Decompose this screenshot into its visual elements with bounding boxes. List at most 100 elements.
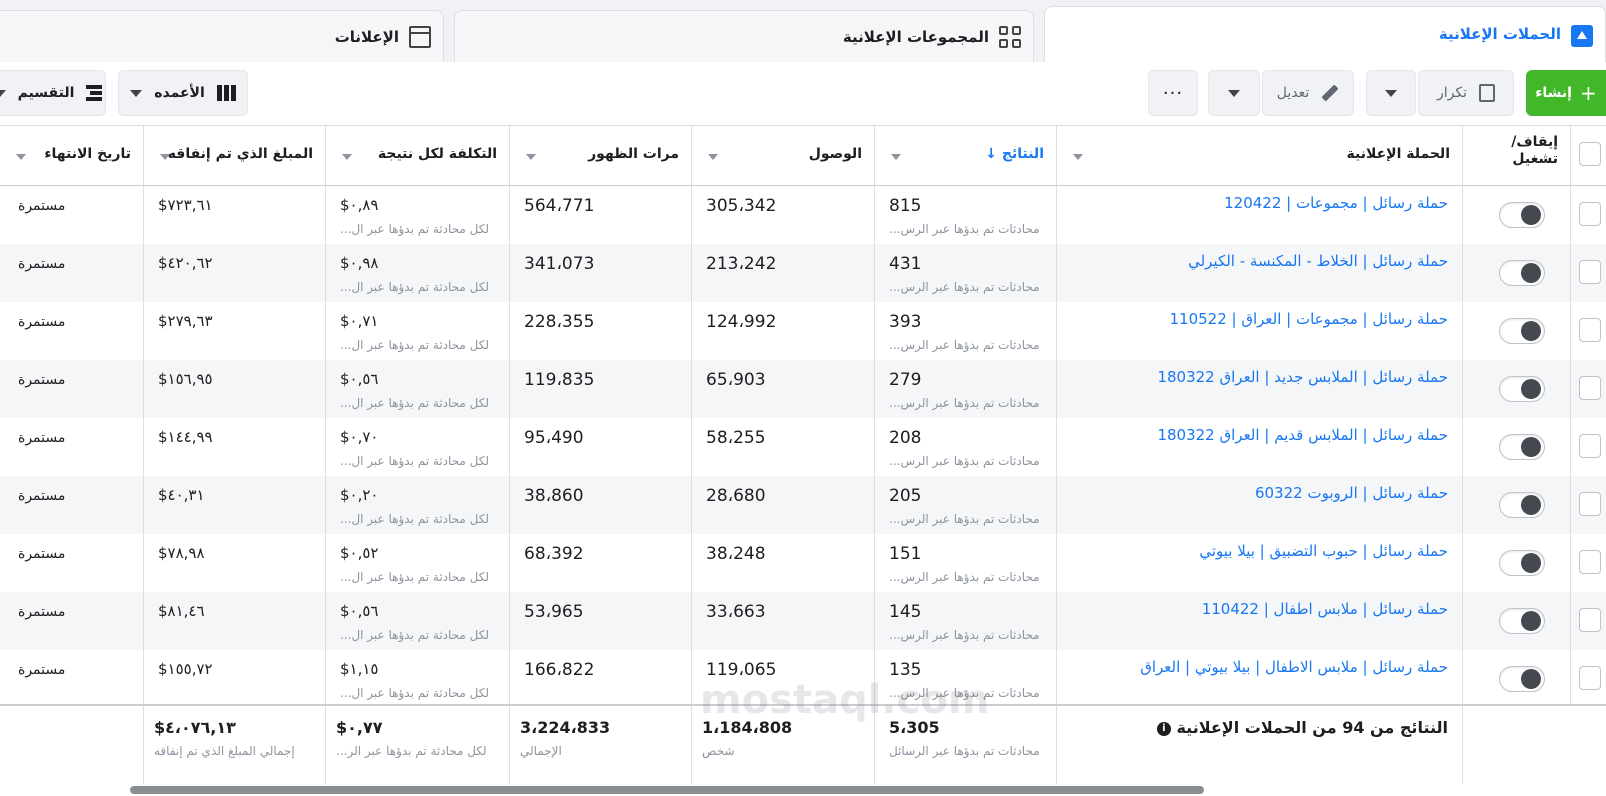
campaign-cell: حملة رسائل | مجموعات | 120422 bbox=[1057, 186, 1463, 244]
edit-button[interactable]: تعديل bbox=[1262, 70, 1354, 116]
campaign-name-link[interactable]: حملة رسائل | حبوب التضبيق | بيلا بيوتي bbox=[1199, 542, 1448, 560]
horizontal-scrollbar[interactable] bbox=[0, 784, 1606, 796]
scrollbar-thumb[interactable] bbox=[130, 786, 1204, 794]
campaign-name-link[interactable]: حملة رسائل | الملابس جديد | العراق 18032… bbox=[1157, 368, 1448, 386]
campaign-name-link[interactable]: حملة رسائل | الروبوت 60322 bbox=[1255, 484, 1448, 502]
campaign-toggle[interactable] bbox=[1499, 550, 1545, 576]
results-value: 145 bbox=[889, 602, 922, 622]
campaign-cell: حملة رسائل | ملابس الاطفال | بيلا بيوتي … bbox=[1057, 650, 1463, 708]
cost-per-result-cell: $٠,٨٩ لكل محادثة تم بدؤها عبر ال... bbox=[326, 186, 510, 244]
cost-per-result-value: $٠,٨٩ bbox=[340, 196, 379, 214]
columns-button[interactable]: الأعمده bbox=[118, 70, 248, 116]
campaign-name-link[interactable]: حملة رسائل | ملابس اطفال | 110422 bbox=[1202, 600, 1448, 618]
campaign-name-link[interactable]: حملة رسائل | الملابس قديم | العراق 18032… bbox=[1157, 426, 1448, 444]
toggle-cell bbox=[1463, 476, 1571, 534]
row-checkbox[interactable] bbox=[1579, 202, 1601, 226]
table-row[interactable]: مستمرة $٤٢٠,٦٢ $٠,٩٨ لكل محادثة تم بدؤها عب… bbox=[0, 244, 1606, 302]
results-cell: 145 محادثات تم بدؤها عبر الرس... bbox=[875, 592, 1057, 650]
campaign-toggle[interactable] bbox=[1499, 608, 1545, 634]
campaign-name-link[interactable]: حملة رسائل | مجموعات | العراق | 110522 bbox=[1169, 310, 1448, 328]
row-checkbox[interactable] bbox=[1579, 318, 1601, 342]
table-row[interactable]: مستمرة $٧٢٣,٦١ $٠,٨٩ لكل محادثة تم بدؤها عب… bbox=[0, 186, 1606, 244]
cost-per-result-sub: لكل محادثة تم بدؤها عبر ال... bbox=[340, 512, 490, 526]
chevron-down-icon bbox=[526, 154, 536, 160]
row-checkbox[interactable] bbox=[1579, 260, 1601, 284]
end-date-value: مستمرة bbox=[18, 488, 66, 504]
campaign-name-link[interactable]: حملة رسائل | ملابس الاطفال | بيلا بيوتي … bbox=[1140, 658, 1448, 676]
row-checkbox[interactable] bbox=[1579, 434, 1601, 458]
select-cell bbox=[1571, 418, 1606, 476]
totals-label: النتائج من 94 من الحملات الإعلانية bbox=[1176, 718, 1448, 737]
impressions-cell: 38،860 bbox=[510, 476, 692, 534]
row-checkbox[interactable] bbox=[1579, 666, 1601, 690]
chevron-down-icon bbox=[130, 89, 143, 97]
campaign-toggle[interactable] bbox=[1499, 260, 1545, 286]
campaign-toggle[interactable] bbox=[1499, 434, 1545, 460]
more-options-button[interactable]: ··· bbox=[1148, 70, 1198, 116]
table-row[interactable]: مستمرة $٨١,٤٦ $٠,٥٦ لكل محادثة تم بدؤها عبر… bbox=[0, 592, 1606, 650]
column-header-campaign[interactable]: الحملة الإعلانية bbox=[1057, 126, 1463, 186]
amount-spent-value: $١٥٦,٩٥ bbox=[158, 370, 213, 388]
select-all-checkbox[interactable] bbox=[1579, 142, 1601, 166]
select-cell bbox=[1571, 650, 1606, 708]
row-checkbox[interactable] bbox=[1579, 550, 1601, 574]
column-header-results[interactable]: النتائج ↓ bbox=[875, 126, 1057, 186]
campaign-toggle[interactable] bbox=[1499, 202, 1545, 228]
reach-value: 305،342 bbox=[706, 196, 777, 216]
table-row[interactable]: مستمرة $٢٧٩,٦٣ $٠,٧١ لكل محادثة تم بدؤها عب… bbox=[0, 302, 1606, 360]
column-header-amount-spent[interactable]: المبلغ الذي تم إنفاقه bbox=[144, 126, 326, 186]
column-header-impressions[interactable]: مرات الظهور bbox=[510, 126, 692, 186]
pencil-icon bbox=[1321, 84, 1339, 102]
amount-spent-value: $٧٨,٩٨ bbox=[158, 544, 205, 562]
table-row[interactable]: مستمرة $١٥٦,٩٥ $٠,٥٦ لكل محادثة تم بدؤها عب… bbox=[0, 360, 1606, 418]
toggle-cell bbox=[1463, 186, 1571, 244]
duplicate-dropdown-button[interactable] bbox=[1366, 70, 1416, 116]
chevron-down-icon bbox=[1385, 89, 1397, 97]
column-header-cost-per-result[interactable]: التكلفة لكل نتيجة bbox=[326, 126, 510, 186]
tab-campaigns[interactable]: الحملات الإعلانية bbox=[1044, 6, 1606, 62]
table-row[interactable]: مستمرة $١٤٤,٩٩ $٠,٧٠ لكل محادثة تم بدؤها عب… bbox=[0, 418, 1606, 476]
header-cost-per-result: التكلفة لكل نتيجة bbox=[377, 146, 497, 162]
cost-per-result-sub: لكل محادثة تم بدؤها عبر ال... bbox=[340, 570, 490, 584]
impressions-cell: 228،355 bbox=[510, 302, 692, 360]
impressions-value: 68،392 bbox=[524, 544, 584, 564]
campaign-name-link[interactable]: حملة رسائل | مجموعات | 120422 bbox=[1224, 194, 1448, 212]
impressions-value: 95،490 bbox=[524, 428, 584, 448]
duplicate-button[interactable]: تكرار bbox=[1418, 70, 1514, 116]
row-checkbox[interactable] bbox=[1579, 376, 1601, 400]
end-date-cell: مستمرة bbox=[0, 244, 144, 302]
row-checkbox[interactable] bbox=[1579, 492, 1601, 516]
reach-value: 38،248 bbox=[706, 544, 766, 564]
info-icon[interactable]: i bbox=[1156, 721, 1171, 736]
impressions-cell: 53،965 bbox=[510, 592, 692, 650]
results-sub: محادثات تم بدؤها عبر الرس... bbox=[889, 280, 1040, 294]
amount-spent-cell: $١٤٤,٩٩ bbox=[144, 418, 326, 476]
campaign-toggle[interactable] bbox=[1499, 666, 1545, 692]
breakdown-button[interactable]: التقسيم bbox=[0, 70, 106, 116]
total-cost-sub: لكل محادثة تم بدؤها عبر الر... bbox=[336, 744, 487, 758]
column-header-end-date[interactable]: تاريخ الانتهاء bbox=[0, 126, 144, 186]
column-header-reach[interactable]: الوصول bbox=[692, 126, 875, 186]
campaign-cell: حملة رسائل | الروبوت 60322 bbox=[1057, 476, 1463, 534]
end-date-value: مستمرة bbox=[18, 372, 66, 388]
tab-adsets[interactable]: المجموعات الإعلانية bbox=[454, 10, 1034, 62]
end-date-cell: مستمرة bbox=[0, 360, 144, 418]
row-checkbox[interactable] bbox=[1579, 608, 1601, 632]
table-row[interactable]: مستمرة $٧٨,٩٨ $٠,٥٢ لكل محادثة تم بدؤها عبر… bbox=[0, 534, 1606, 592]
campaign-toggle[interactable] bbox=[1499, 318, 1545, 344]
campaign-toggle[interactable] bbox=[1499, 492, 1545, 518]
tab-ads-label: الإعلانات bbox=[334, 27, 399, 46]
campaign-name-link[interactable]: حملة رسائل | الخلاط - المكنسة - الكيرلي bbox=[1188, 252, 1448, 270]
table-row[interactable]: مستمرة $٤٠,٣١ $٠,٢٠ لكل محادثة تم بدؤها عبر… bbox=[0, 476, 1606, 534]
grid-icon bbox=[999, 25, 1021, 48]
total-impressions-cell: 3،224،833 الإجمالي bbox=[510, 706, 692, 786]
end-date-cell: مستمرة bbox=[0, 302, 144, 360]
select-cell bbox=[1571, 534, 1606, 592]
create-button[interactable]: إنشاء + bbox=[1526, 70, 1606, 116]
tab-ads[interactable]: الإعلانات bbox=[0, 10, 444, 62]
edit-dropdown-button[interactable] bbox=[1208, 70, 1260, 116]
tab-adsets-label: المجموعات الإعلانية bbox=[842, 27, 989, 46]
amount-spent-cell: $٢٧٩,٦٣ bbox=[144, 302, 326, 360]
chevron-down-icon bbox=[1073, 154, 1083, 160]
campaign-toggle[interactable] bbox=[1499, 376, 1545, 402]
